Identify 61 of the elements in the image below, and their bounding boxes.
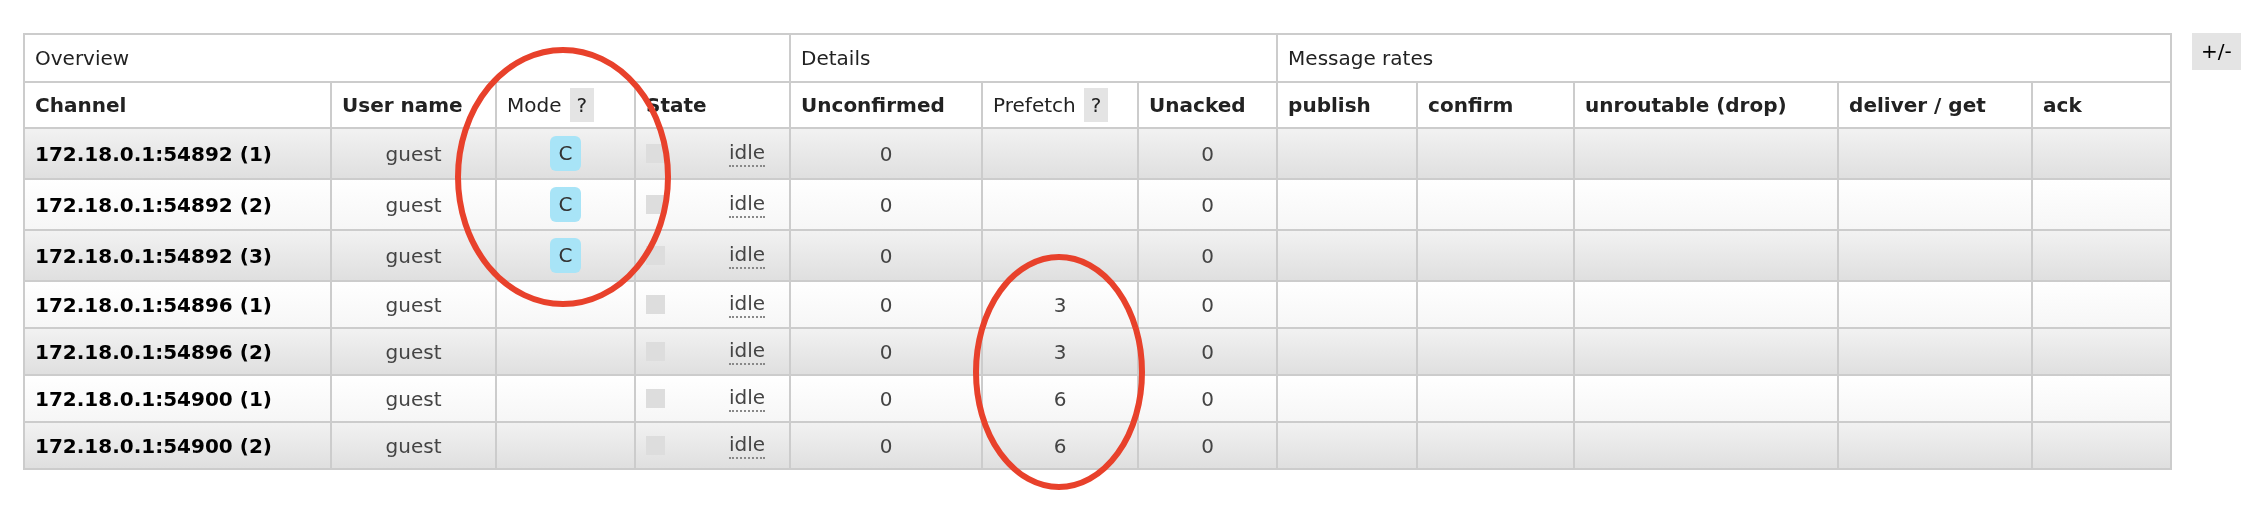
columns-toggle-button[interactable]: +/- <box>2192 33 2241 70</box>
state-label: idle <box>728 191 766 218</box>
column-header: Prefetch <box>993 93 1076 117</box>
column-header: publish <box>1288 93 1371 117</box>
channel-name: 172.18.0.1:54900 (2) <box>35 433 272 458</box>
channel-name: 172.18.0.1:54900 (1) <box>35 386 272 411</box>
help-button[interactable]: ? <box>569 88 595 122</box>
state-indicator <box>646 389 665 408</box>
prefetch-count: 6 <box>1053 433 1067 458</box>
mode-badge: C <box>550 187 581 222</box>
user-name: guest <box>385 386 442 411</box>
unacked-count: 0 <box>1201 386 1214 411</box>
group-header: Overview <box>35 46 130 70</box>
state-label: idle <box>728 291 766 318</box>
user-name: guest <box>385 292 442 317</box>
user-name: guest <box>385 192 442 217</box>
column-header: Mode <box>507 93 562 117</box>
user-name: guest <box>385 243 442 268</box>
state-label: idle <box>728 432 766 459</box>
user-name: guest <box>385 339 442 364</box>
group-header: Details <box>801 46 871 70</box>
state-label: idle <box>728 338 766 365</box>
user-name: guest <box>385 141 442 166</box>
prefetch-count: 3 <box>1053 292 1067 317</box>
channel-name: 172.18.0.1:54892 (2) <box>35 192 272 217</box>
unacked-count: 0 <box>1201 433 1214 458</box>
unacked-count: 0 <box>1201 192 1214 217</box>
column-header: deliver / get <box>1849 93 1986 117</box>
mode-badge: C <box>550 136 581 171</box>
column-header: confirm <box>1428 93 1514 117</box>
unconfirmed-count: 0 <box>879 243 893 268</box>
prefetch-count: 3 <box>1053 339 1067 364</box>
channel-name: 172.18.0.1:54896 (2) <box>35 339 272 364</box>
column-header: User name <box>342 93 463 117</box>
help-button[interactable]: ? <box>1083 88 1109 122</box>
unconfirmed-count: 0 <box>879 141 893 166</box>
column-header: Unacked <box>1149 93 1246 117</box>
unacked-count: 0 <box>1201 339 1214 364</box>
channel-name: 172.18.0.1:54892 (3) <box>35 243 272 268</box>
unconfirmed-count: 0 <box>879 292 893 317</box>
state-label: idle <box>728 242 766 269</box>
column-header: Channel <box>35 93 127 117</box>
unconfirmed-count: 0 <box>879 339 893 364</box>
group-header: Message rates <box>1288 46 1434 70</box>
state-label: idle <box>728 385 766 412</box>
unconfirmed-count: 0 <box>879 192 893 217</box>
unacked-count: 0 <box>1201 292 1214 317</box>
state-label: idle <box>728 140 766 167</box>
column-header: ack <box>2043 93 2082 117</box>
unacked-count: 0 <box>1201 243 1214 268</box>
prefetch-count: 6 <box>1053 386 1067 411</box>
unacked-count: 0 <box>1201 141 1214 166</box>
user-name: guest <box>385 433 442 458</box>
channel-name: 172.18.0.1:54896 (1) <box>35 292 272 317</box>
channel-name: 172.18.0.1:54892 (1) <box>35 141 272 166</box>
column-header: unroutable (drop) <box>1585 93 1787 117</box>
column-header: Unconfirmed <box>801 93 945 117</box>
unconfirmed-count: 0 <box>879 433 893 458</box>
state-indicator <box>646 295 665 314</box>
mode-badge: C <box>550 238 581 273</box>
unconfirmed-count: 0 <box>879 386 893 411</box>
